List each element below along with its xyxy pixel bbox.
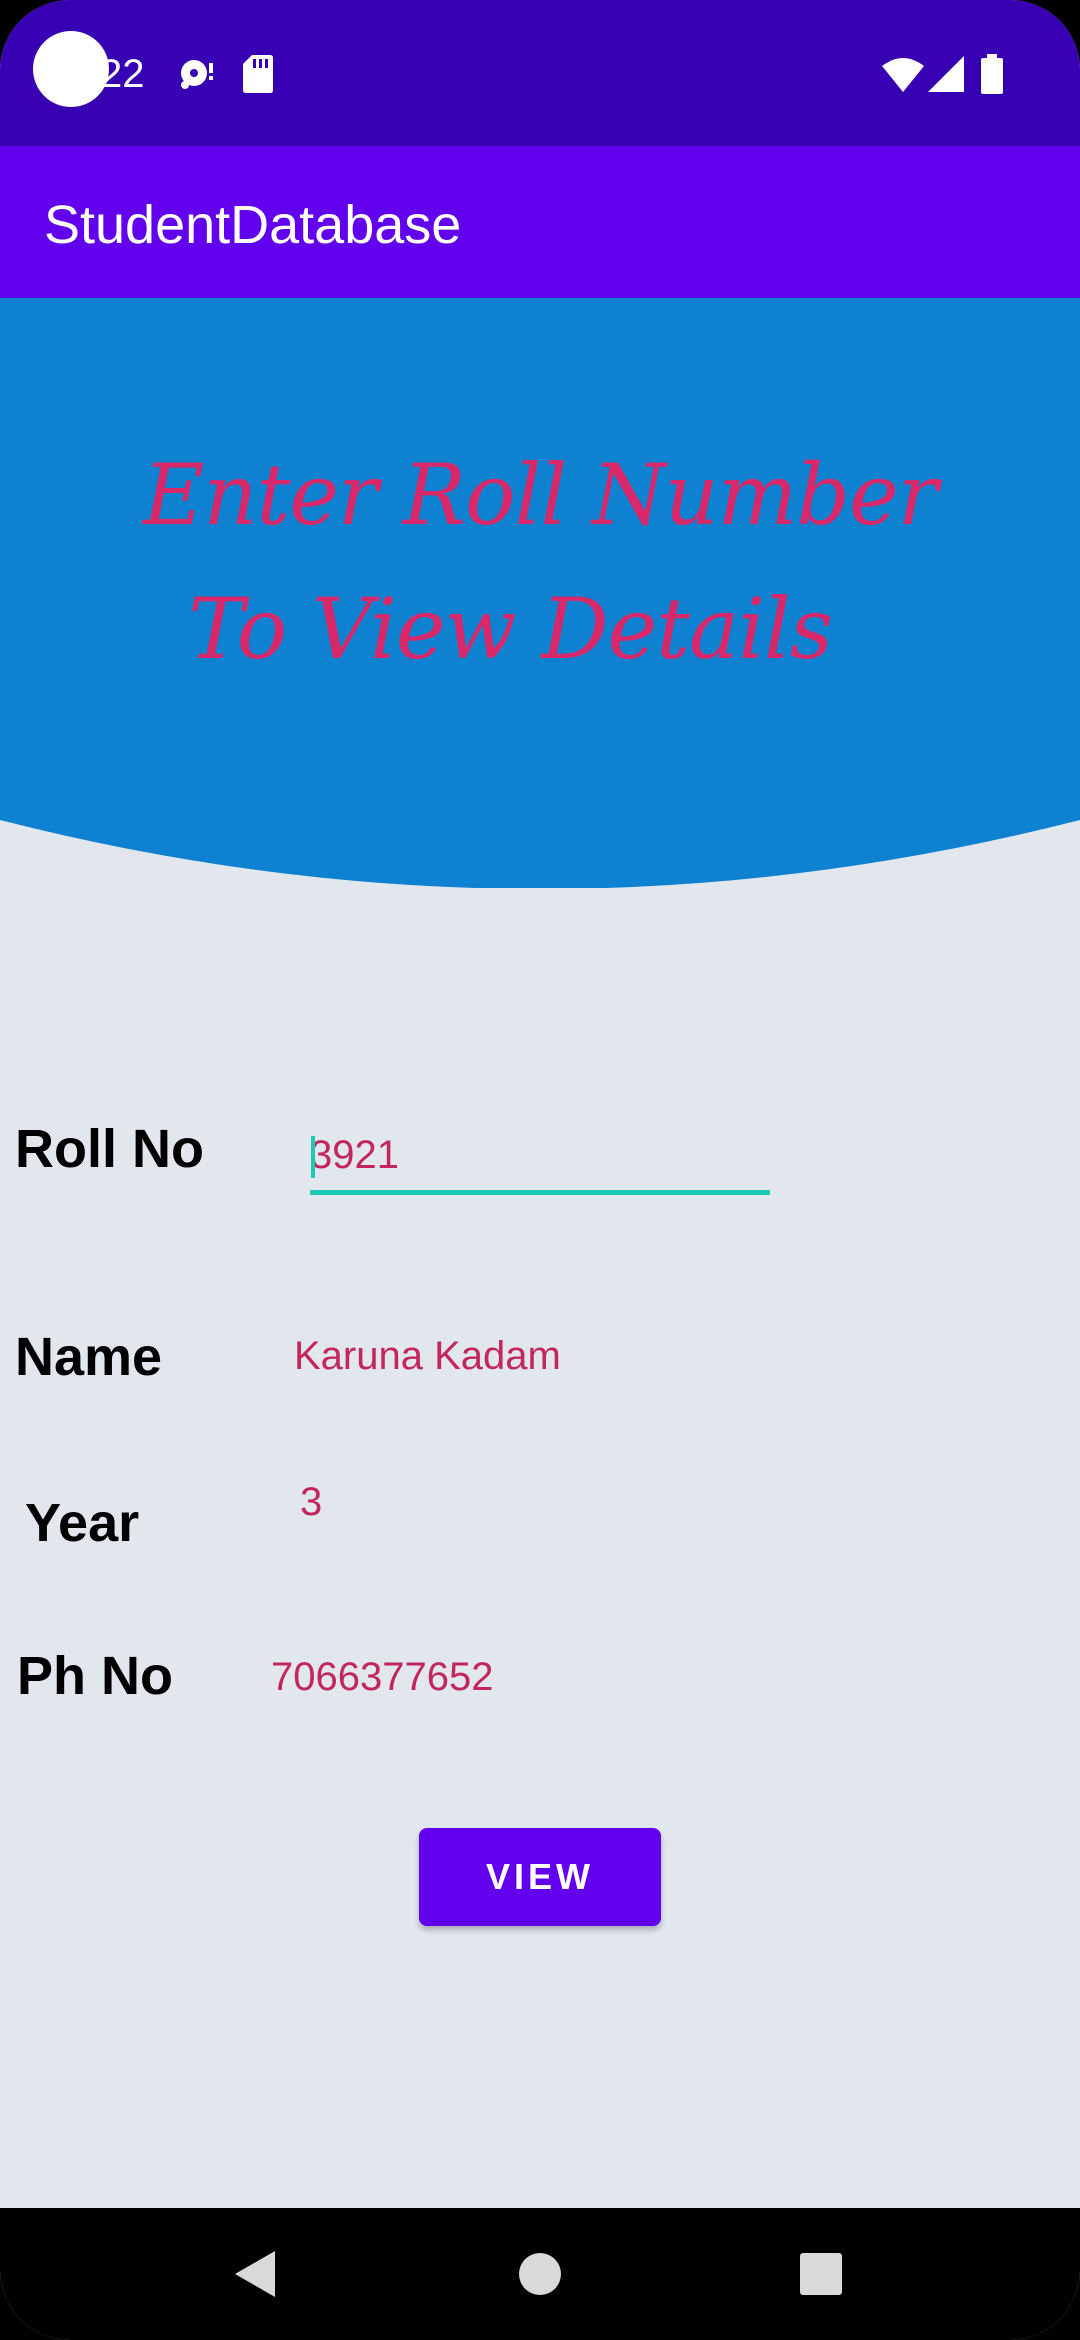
banner-line-1: Enter Roll Number	[143, 446, 938, 544]
recents-icon[interactable]	[800, 2253, 842, 2295]
navigation-bar	[0, 2208, 1080, 2340]
wifi-icon	[882, 58, 924, 92]
status-bar: 22	[0, 0, 1080, 146]
roll-no-label: Roll No	[15, 1119, 204, 1179]
back-icon[interactable]	[235, 2251, 275, 2297]
roll-no-input[interactable]	[310, 1120, 770, 1195]
year-value: 3	[300, 1480, 323, 1524]
app-title: StudentDatabase	[44, 195, 462, 255]
view-button[interactable]: VIEW	[419, 1828, 661, 1926]
battery-icon	[981, 54, 1003, 94]
banner-line-2: To View Details	[188, 580, 833, 678]
app-screen: 22 StudentDatabase Enter Roll Number To …	[0, 0, 1080, 2340]
disk-icon	[181, 60, 213, 89]
home-icon[interactable]	[518, 2252, 562, 2296]
sd-card-icon	[243, 55, 273, 93]
header-banner: Enter Roll Number To View Details	[0, 298, 1080, 888]
name-value: Karuna Kadam	[294, 1334, 561, 1378]
signal-icon	[928, 56, 964, 92]
phone-label: Ph No	[17, 1646, 173, 1706]
text-cursor	[311, 1136, 315, 1178]
banner-heading: Enter Roll Number To View Details	[0, 428, 1080, 696]
year-label: Year	[25, 1493, 140, 1553]
camera-cutout	[33, 31, 109, 107]
phone-value: 7066377652	[271, 1655, 494, 1699]
app-bar: StudentDatabase	[0, 146, 1080, 298]
name-label: Name	[15, 1327, 163, 1387]
